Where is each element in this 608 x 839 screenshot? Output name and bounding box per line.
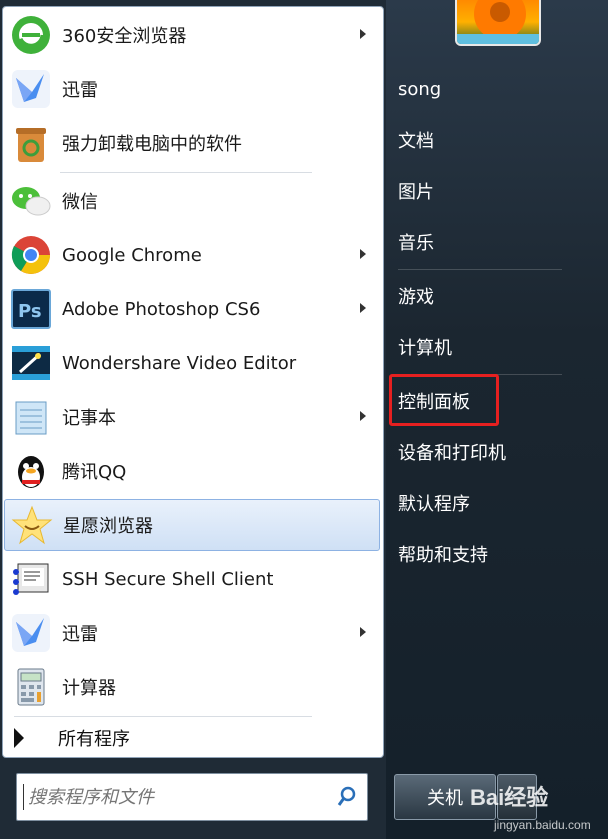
separator <box>14 716 312 717</box>
thunder-icon <box>8 610 54 656</box>
right-item-user[interactable]: song <box>398 69 441 109</box>
360-browser-icon <box>8 12 54 58</box>
thunder-icon <box>8 66 54 112</box>
ssh-icon <box>8 556 54 602</box>
submenu-arrow-icon[interactable] <box>360 627 366 637</box>
program-label: 强力卸载电脑中的软件 <box>62 134 242 155</box>
separator <box>398 269 562 270</box>
photoshop-icon: Ps <box>8 286 54 332</box>
right-item-help-support[interactable]: 帮助和支持 <box>398 534 488 574</box>
search-box[interactable] <box>16 773 368 821</box>
program-label: Google Chrome <box>62 244 202 266</box>
user-avatar[interactable] <box>455 0 541 46</box>
program-item-star-browser[interactable]: 星愿浏览器 <box>4 499 380 551</box>
right-item-pictures[interactable]: 图片 <box>398 171 434 211</box>
right-item-default-programs[interactable]: 默认程序 <box>398 483 470 523</box>
program-label: SSH Secure Shell Client <box>62 568 274 590</box>
notepad-icon <box>8 394 54 440</box>
program-item-ssh[interactable]: SSH Secure Shell Client <box>4 553 380 605</box>
star-browser-icon <box>9 502 55 548</box>
program-item-photoshop[interactable]: Ps Adobe Photoshop CS6 <box>4 283 380 335</box>
program-label: 星愿浏览器 <box>63 516 153 537</box>
right-item-music[interactable]: 音乐 <box>398 222 434 262</box>
program-label: 360安全浏览器 <box>62 26 187 47</box>
baidu-watermark: Bai经验 <box>470 785 549 810</box>
right-item-games[interactable]: 游戏 <box>398 276 434 316</box>
chrome-icon <box>8 232 54 278</box>
program-label: 迅雷 <box>62 624 98 645</box>
program-item-thunder[interactable]: 迅雷 <box>4 63 380 115</box>
program-label: Wondershare Video Editor <box>62 352 297 374</box>
uninstall-icon <box>8 120 54 166</box>
all-programs-button[interactable]: 所有程序 <box>14 722 130 754</box>
shutdown-label: 关机 <box>427 788 463 809</box>
right-item-devices-printers[interactable]: 设备和打印机 <box>398 432 506 472</box>
program-item-qq[interactable]: 腾讯QQ <box>4 445 380 497</box>
program-item-360-browser[interactable]: 360安全浏览器 <box>4 9 380 61</box>
separator <box>60 172 312 173</box>
submenu-arrow-icon[interactable] <box>360 303 366 313</box>
search-icon[interactable] <box>337 786 357 812</box>
video-editor-icon <box>8 340 54 386</box>
program-item-thunder-2[interactable]: 迅雷 <box>4 607 380 659</box>
program-item-uninstall[interactable]: 强力卸载电脑中的软件 <box>4 117 380 169</box>
baidu-watermark-url: jingyan.baidu.com <box>494 818 591 832</box>
calculator-icon <box>8 664 54 710</box>
text-caret <box>23 784 24 810</box>
program-item-chrome[interactable]: Google Chrome <box>4 229 380 281</box>
submenu-arrow-icon[interactable] <box>360 411 366 421</box>
svg-text:Ps: Ps <box>18 301 42 322</box>
program-label: 记事本 <box>62 408 116 429</box>
program-label: 微信 <box>62 192 98 213</box>
highlight-box-control-panel <box>389 374 499 426</box>
submenu-arrow-icon[interactable] <box>360 249 366 259</box>
program-label: 计算器 <box>62 678 116 699</box>
program-label: 迅雷 <box>62 80 98 101</box>
program-label: Adobe Photoshop CS6 <box>62 298 261 320</box>
expand-arrow-icon <box>14 728 24 748</box>
right-item-documents[interactable]: 文档 <box>398 120 434 160</box>
right-item-computer[interactable]: 计算机 <box>398 327 452 367</box>
submenu-arrow-icon[interactable] <box>360 29 366 39</box>
program-label: 腾讯QQ <box>62 462 127 483</box>
program-item-wechat[interactable]: 微信 <box>4 175 380 227</box>
wechat-icon <box>8 178 54 224</box>
program-item-notepad[interactable]: 记事本 <box>4 391 380 443</box>
program-item-calculator[interactable]: 计算器 <box>4 661 380 713</box>
search-input[interactable] <box>28 782 328 812</box>
program-item-video-editor[interactable]: Wondershare Video Editor <box>4 337 380 389</box>
all-programs-label: 所有程序 <box>58 729 130 750</box>
qq-icon <box>8 448 54 494</box>
